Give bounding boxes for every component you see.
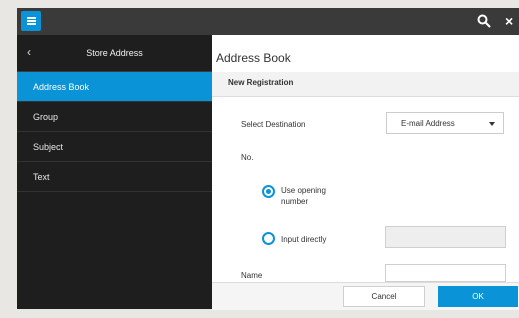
number-input-field[interactable] [385, 226, 506, 248]
radio-input-directly-label[interactable]: Input directly [281, 234, 326, 245]
main-panel: Address Book New Registration Select Des… [212, 35, 519, 282]
search-icon[interactable] [477, 14, 491, 28]
radio-use-opening-number[interactable] [262, 185, 275, 198]
sidebar-item-label: Group [33, 111, 59, 122]
section-title: New Registration [228, 78, 294, 87]
chevron-down-icon [489, 122, 495, 126]
sidebar-item-text[interactable]: Text [17, 162, 212, 192]
sidebar: ‹ Store Address Address Book Group Subje… [17, 35, 212, 309]
menu-button[interactable] [21, 11, 41, 31]
section-header: New Registration [212, 72, 519, 97]
page-title: Address Book [216, 51, 291, 65]
close-icon[interactable]: × [505, 13, 513, 29]
sidebar-item-group[interactable]: Group [17, 102, 212, 132]
sidebar-header: ‹ Store Address [17, 35, 212, 72]
dialog-footer: Cancel OK [212, 282, 519, 310]
sidebar-item-subject[interactable]: Subject [17, 132, 212, 162]
hamburger-menu-icon [26, 20, 36, 22]
radio-use-opening-number-label[interactable]: Use opening number [281, 185, 341, 207]
sidebar-item-label: Subject [33, 141, 64, 152]
sidebar-item-label: Address Book [33, 81, 90, 92]
radio-input-directly[interactable] [262, 232, 275, 245]
sidebar-item-address-book[interactable]: Address Book [17, 72, 212, 102]
top-bar: × [17, 8, 519, 35]
name-input-field[interactable] [385, 264, 506, 282]
name-label: Name [241, 271, 263, 280]
sidebar-item-label: Text [33, 171, 50, 182]
cancel-button[interactable]: Cancel [343, 286, 425, 307]
destination-select-value: E-mail Address [401, 119, 455, 128]
destination-select[interactable]: E-mail Address [386, 112, 504, 134]
ok-button[interactable]: OK [438, 286, 518, 307]
sidebar-title: Store Address [86, 48, 143, 58]
number-label: No. [241, 153, 254, 162]
select-destination-label: Select Destination [241, 120, 306, 129]
